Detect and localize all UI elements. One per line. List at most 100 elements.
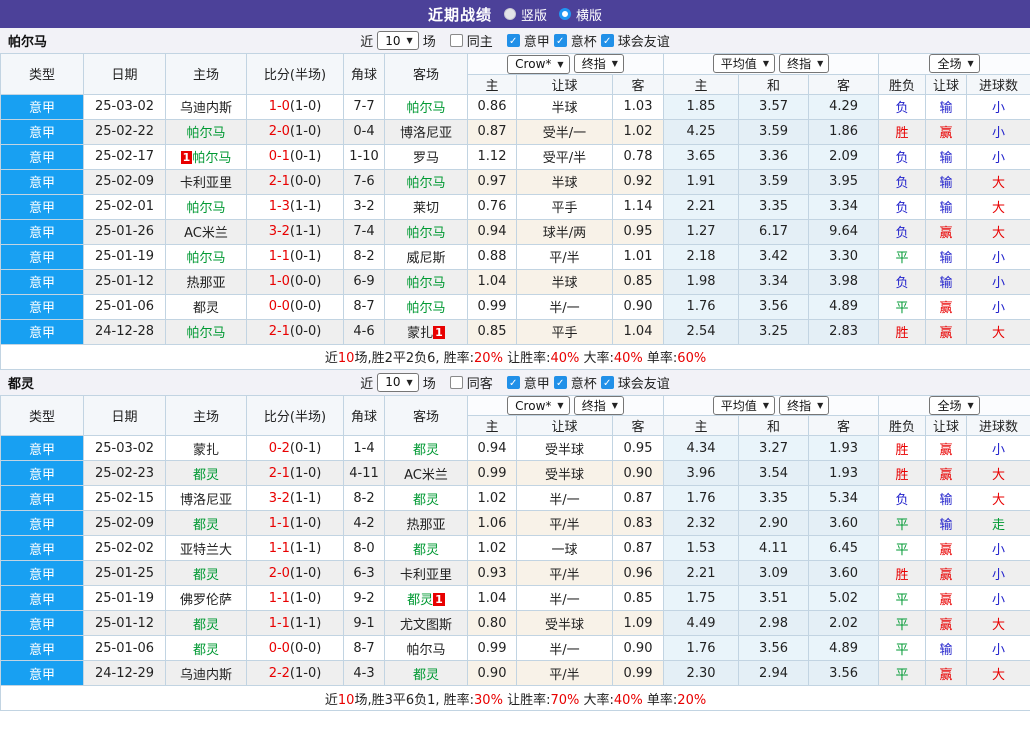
- results-table: 类型 日期 主场 比分(半场) 角球 客场 Crow*▼ 终指▼ 平均值▼ 终指…: [0, 53, 1030, 370]
- col-avg-home: 主: [664, 416, 739, 436]
- col-type: 类型: [1, 54, 84, 95]
- filter-bar: 帕尔马 近 10▼ 场 同主 ✓ 意甲 ✓ 意杯 ✓ 球会友谊: [0, 28, 1030, 53]
- avg-away-odds-cell: 1.93: [809, 461, 879, 486]
- col-handicap-result: 让球: [926, 416, 967, 436]
- vertical-radio[interactable]: [504, 8, 516, 20]
- date-cell: 25-02-09: [84, 169, 166, 194]
- avg-away-odds-cell: 3.60: [809, 511, 879, 536]
- bookmaker-select[interactable]: Crow*▼: [507, 396, 569, 415]
- same-venue-checkbox[interactable]: [450, 376, 463, 389]
- corner-cell: 8-7: [344, 294, 385, 319]
- corner-cell: 7-6: [344, 169, 385, 194]
- col-avg-draw: 和: [739, 74, 809, 94]
- crow-away-odds-cell: 1.04: [613, 319, 664, 344]
- col-avg-draw: 和: [739, 416, 809, 436]
- final-odds-select[interactable]: 终指▼: [574, 54, 624, 73]
- goals-result-cell: 小: [967, 94, 1030, 119]
- date-cell: 25-02-17: [84, 144, 166, 169]
- date-cell: 25-02-15: [84, 486, 166, 511]
- full-match-value: 全场: [937, 397, 961, 414]
- match-count-value: 10: [385, 34, 400, 48]
- match-row: 意甲25-02-01帕尔马1-3(1-1)3-2莱切0.76平手1.142.21…: [1, 194, 1030, 219]
- near-label: 近: [360, 31, 373, 50]
- col-avg-away: 客: [809, 416, 879, 436]
- goals-result-cell: 小: [967, 294, 1030, 319]
- handicap-result-cell: 输: [926, 94, 967, 119]
- filter-bar: 都灵 近 10▼ 场 同客 ✓ 意甲 ✓ 意杯 ✓ 球会友谊: [0, 370, 1030, 395]
- league-serie-a-checkbox[interactable]: ✓: [507, 34, 520, 47]
- match-row: 意甲25-01-12热那亚1-0(0-0)6-9帕尔马1.04半球0.851.9…: [1, 269, 1030, 294]
- match-count-select[interactable]: 10▼: [377, 31, 418, 50]
- corner-cell: 8-7: [344, 636, 385, 661]
- red-card-badge: 1: [433, 593, 445, 606]
- league-cell: 意甲: [1, 269, 84, 294]
- away-team-cell: 热那亚: [385, 511, 468, 536]
- summary-row: 近10场,胜3平6负1, 胜率:30% 让胜率:70% 大率:40% 单率:20…: [1, 686, 1030, 711]
- match-row: 意甲25-03-02蒙扎0-2(0-1)1-4都灵0.94受半球0.954.34…: [1, 436, 1030, 461]
- home-team-cell: 都灵: [166, 511, 247, 536]
- league-serie-a-checkbox[interactable]: ✓: [507, 376, 520, 389]
- match-row: 意甲25-01-06都灵0-0(0-0)8-7帕尔马0.99半/一0.901.7…: [1, 636, 1030, 661]
- horizontal-radio[interactable]: [559, 8, 571, 20]
- league-friendly-checkbox[interactable]: ✓: [601, 34, 614, 47]
- date-cell: 25-01-26: [84, 219, 166, 244]
- layout-option-vertical[interactable]: 竖版: [504, 5, 547, 24]
- crow-away-odds-cell: 0.95: [613, 436, 664, 461]
- date-cell: 25-01-19: [84, 586, 166, 611]
- crow-home-odds-cell: 0.94: [468, 219, 517, 244]
- league-friendly-checkbox[interactable]: ✓: [601, 376, 614, 389]
- avg-home-odds-cell: 2.21: [664, 194, 739, 219]
- date-cell: 24-12-29: [84, 661, 166, 686]
- league-cell: 意甲: [1, 194, 84, 219]
- avg-draw-odds-cell: 2.98: [739, 611, 809, 636]
- average-select[interactable]: 平均值▼: [713, 396, 775, 415]
- avg-draw-odds-cell: 3.42: [739, 244, 809, 269]
- results-table: 类型 日期 主场 比分(半场) 角球 客场 Crow*▼ 终指▼ 平均值▼ 终指…: [0, 395, 1030, 712]
- corner-cell: 4-11: [344, 461, 385, 486]
- bookmaker-select[interactable]: Crow*▼: [507, 55, 569, 74]
- home-team-cell: 都灵: [166, 636, 247, 661]
- league-cup-checkbox[interactable]: ✓: [554, 34, 567, 47]
- average-value: 平均值: [721, 55, 757, 72]
- crow-handicap-cell: 受半球: [517, 436, 613, 461]
- average-select[interactable]: 平均值▼: [713, 54, 775, 73]
- winloss-result-cell: 平: [879, 661, 926, 686]
- match-row: 意甲25-01-12都灵1-1(1-1)9-1尤文图斯0.80受半球1.094.…: [1, 611, 1030, 636]
- crow-home-odds-cell: 1.02: [468, 536, 517, 561]
- red-card-badge: 1: [433, 326, 445, 339]
- crow-handicap-cell: 受半球: [517, 461, 613, 486]
- league-cup-checkbox[interactable]: ✓: [554, 376, 567, 389]
- layout-option-horizontal[interactable]: 横版: [559, 5, 602, 24]
- match-row: 意甲25-02-15博洛尼亚3-2(1-1)8-2都灵1.02半/一0.871.…: [1, 486, 1030, 511]
- crow-away-odds-cell: 0.90: [613, 461, 664, 486]
- crow-handicap-cell: 半/一: [517, 636, 613, 661]
- col-away-odds: 客: [613, 74, 664, 94]
- handicap-result-cell: 输: [926, 244, 967, 269]
- goals-result-cell: 大: [967, 194, 1030, 219]
- full-match-select[interactable]: 全场▼: [929, 396, 979, 415]
- crow-handicap-cell: 平手: [517, 319, 613, 344]
- avg-home-odds-cell: 1.76: [664, 486, 739, 511]
- handicap-result-cell: 输: [926, 144, 967, 169]
- away-team-cell: 帕尔马: [385, 219, 468, 244]
- date-cell: 25-01-12: [84, 611, 166, 636]
- chevron-down-icon: ▼: [407, 378, 413, 387]
- team-name: 帕尔马: [8, 31, 47, 50]
- chevron-down-icon: ▼: [817, 401, 823, 410]
- avg-away-odds-cell: 3.56: [809, 661, 879, 686]
- final-odds-select[interactable]: 终指▼: [574, 396, 624, 415]
- score-cell: 2-1(0-0): [247, 319, 344, 344]
- final-odds-select-2[interactable]: 终指▼: [779, 54, 829, 73]
- full-match-select[interactable]: 全场▼: [929, 54, 979, 73]
- handicap-result-cell: 赢: [926, 611, 967, 636]
- date-cell: 25-02-23: [84, 461, 166, 486]
- crow-away-odds-cell: 0.90: [613, 294, 664, 319]
- same-venue-checkbox[interactable]: [450, 34, 463, 47]
- avg-draw-odds-cell: 3.51: [739, 586, 809, 611]
- match-count-select[interactable]: 10▼: [377, 373, 418, 392]
- date-cell: 25-01-12: [84, 269, 166, 294]
- handicap-result-cell: 赢: [926, 219, 967, 244]
- match-row: 意甲25-02-22帕尔马2-0(1-0)0-4博洛尼亚0.87受半/一1.02…: [1, 119, 1030, 144]
- final-odds-select-2[interactable]: 终指▼: [779, 396, 829, 415]
- crow-home-odds-cell: 1.06: [468, 511, 517, 536]
